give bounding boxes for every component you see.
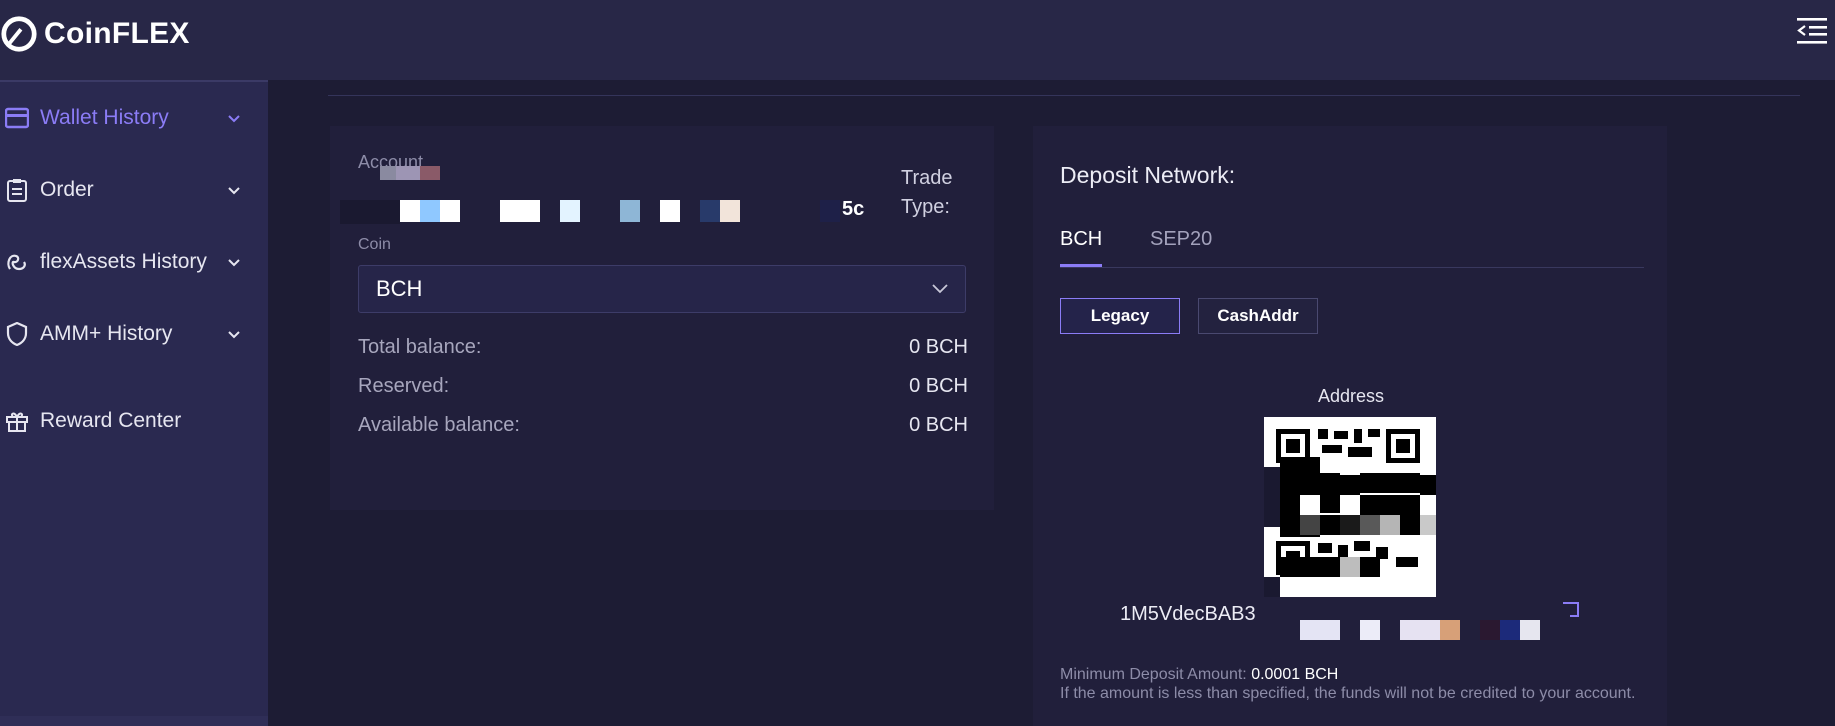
clipboard-icon xyxy=(4,177,30,203)
deposit-warning: If the amount is less than specified, th… xyxy=(1060,685,1636,702)
gift-icon xyxy=(4,408,30,434)
minimum-deposit: Minimum Deposit Amount: 0.0001 BCH xyxy=(1060,666,1338,684)
chevron-down-icon xyxy=(932,284,948,294)
balance-row-total: Total balance: 0 BCH xyxy=(358,336,968,364)
chevron-down-icon xyxy=(228,259,240,267)
wallet-icon xyxy=(4,105,30,131)
balance-label: Reserved: xyxy=(358,375,450,397)
sidebar-item-reward-center[interactable]: Reward Center xyxy=(0,399,268,443)
logo[interactable]: CoinFLEX xyxy=(0,14,190,54)
app-name: CoinFLEX xyxy=(44,17,190,50)
coin-select-value: BCH xyxy=(376,276,423,301)
min-deposit-label: Minimum Deposit Amount: xyxy=(1060,666,1247,683)
tab-sep20[interactable]: SEP20 xyxy=(1150,228,1212,251)
coin-select[interactable]: BCH xyxy=(358,265,966,313)
tab-bch[interactable]: BCH xyxy=(1060,228,1102,251)
sidebar-item-label: flexAssets History xyxy=(40,250,207,273)
balance-row-reserved: Reserved: 0 BCH xyxy=(358,375,968,403)
shield-icon xyxy=(4,321,30,347)
top-header: CoinFLEX xyxy=(0,0,1835,80)
censored-account-value xyxy=(340,198,860,226)
copy-icon[interactable] xyxy=(1560,600,1582,622)
sidebar-item-flexassets-history[interactable]: flexAssets History xyxy=(0,240,268,284)
balance-value: 0 BCH xyxy=(909,336,968,358)
chevron-down-icon xyxy=(228,187,240,195)
chevron-down-icon xyxy=(228,115,240,123)
balance-card xyxy=(330,126,994,510)
divider xyxy=(328,95,1800,96)
address-label: Address xyxy=(1318,386,1385,406)
balance-value: 0 BCH xyxy=(909,375,968,397)
account-value-suffix: 5c xyxy=(842,198,865,220)
balance-row-available: Available balance: 0 BCH xyxy=(358,414,968,442)
coin-label: Coin xyxy=(358,236,391,253)
sidebar-item-order[interactable]: Order xyxy=(0,168,268,212)
sidebar-item-label: Reward Center xyxy=(40,409,182,432)
legacy-format-button[interactable]: Legacy xyxy=(1060,298,1180,334)
chevron-down-icon xyxy=(228,331,240,339)
censored-deposit-address xyxy=(1264,600,1554,640)
collapse-menu-icon[interactable] xyxy=(1795,14,1829,48)
deposit-qr-code xyxy=(1264,417,1436,597)
sidebar-item-amm-history[interactable]: AMM+ History xyxy=(0,312,268,356)
deposit-address-prefix: 1M5VdecBAB3 xyxy=(1120,603,1256,625)
balance-value: 0 BCH xyxy=(909,414,968,436)
trade-type-label: Trade Type: xyxy=(901,167,953,218)
sidebar-item-label: AMM+ History xyxy=(40,322,173,345)
censored-account-id xyxy=(380,166,440,180)
balance-label: Available balance: xyxy=(358,414,520,436)
sidebar-item-label: Wallet History xyxy=(40,106,169,129)
tab-divider xyxy=(1060,267,1644,268)
min-deposit-value: 0.0001 BCH xyxy=(1251,666,1339,683)
sidebar-item-wallet-history[interactable]: Wallet History xyxy=(0,96,268,140)
coinflex-logo-icon xyxy=(1,16,37,52)
sidebar-item-label: Order xyxy=(40,178,94,201)
balance-label: Total balance: xyxy=(358,336,482,358)
cashaddr-format-button[interactable]: CashAddr xyxy=(1198,298,1318,334)
deposit-network-title: Deposit Network: xyxy=(1060,162,1236,188)
flex-icon xyxy=(4,249,30,275)
